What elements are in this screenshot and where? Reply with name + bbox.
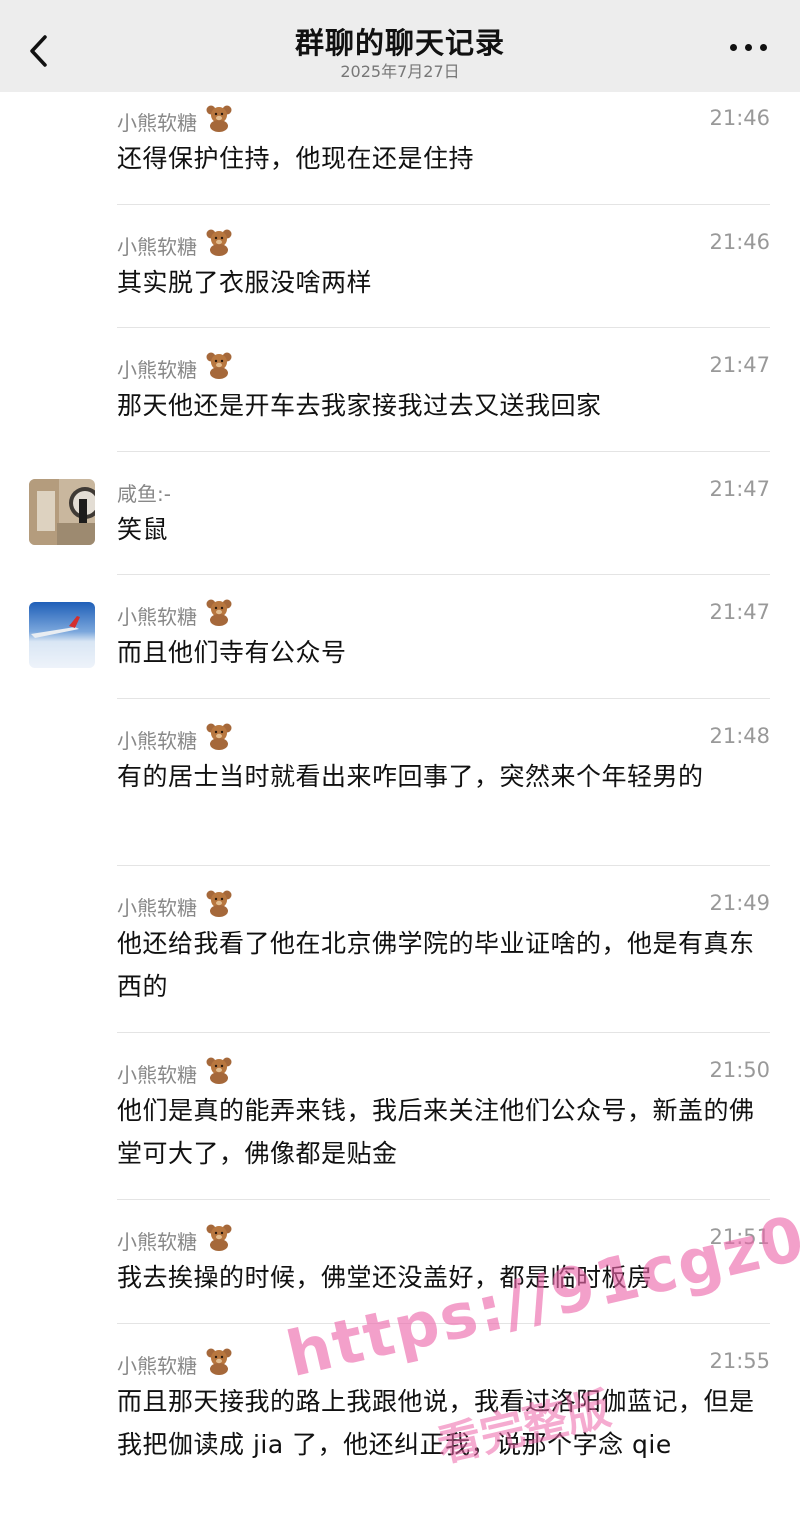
teddy-bear-icon: [206, 723, 232, 750]
sender-name: 小熊软糖: [117, 1230, 197, 1254]
sender-name: 小熊软糖: [117, 1354, 197, 1378]
teddy-bear-icon: [206, 352, 232, 379]
divider: [117, 451, 770, 452]
divider: [117, 1199, 770, 1200]
sender-name: 咸鱼:-: [117, 482, 171, 506]
sender-name: 小熊软糖: [117, 358, 197, 382]
message-time: 21:51: [709, 1225, 770, 1249]
divider: [117, 204, 770, 205]
message-text: 那天他还是开车去我家接我过去又送我回家: [117, 391, 602, 420]
sender-name: 小熊软糖: [117, 605, 197, 629]
message-time: 21:47: [709, 477, 770, 501]
message-time: 21:46: [709, 106, 770, 130]
message-time: 21:50: [709, 1058, 770, 1082]
more-dots-icon[interactable]: [730, 44, 770, 56]
teddy-bear-icon: [206, 229, 232, 256]
sender-name: 小熊软糖: [117, 235, 197, 259]
teddy-bear-icon: [206, 105, 232, 132]
divider: [117, 698, 770, 699]
message-text: 而且他们寺有公众号: [117, 638, 347, 667]
chat-date: 2025年7月27日: [340, 62, 460, 81]
divider: [117, 574, 770, 575]
message-time: 21:49: [709, 891, 770, 915]
teddy-bear-icon: [206, 1348, 232, 1375]
teddy-bear-icon: [206, 599, 232, 626]
sender-name: 小熊软糖: [117, 729, 197, 753]
sender-name: 小熊软糖: [117, 111, 197, 135]
teddy-bear-icon: [206, 890, 232, 917]
message-text: 他还给我看了他在北京佛学院的毕业证啥的，他是有真东西的: [117, 929, 755, 1001]
message-text: 笑鼠: [117, 515, 169, 544]
divider: [117, 865, 770, 866]
message-text: 其实脱了衣服没啥两样: [117, 268, 373, 297]
nav-header: 群聊的聊天记录 2025年7月27日: [0, 0, 800, 92]
divider: [117, 1323, 770, 1324]
message-time: 21:55: [709, 1349, 770, 1373]
message-time: 21:47: [709, 600, 770, 624]
page-title: 群聊的聊天记录: [294, 26, 505, 60]
sender-name: 小熊软糖: [117, 1063, 197, 1087]
message-text: 有的居士当时就看出来咋回事了，突然来个年轻男的: [117, 762, 704, 791]
message-text: 我去挨操的时候，佛堂还没盖好，都是临时板房: [117, 1263, 653, 1292]
divider: [117, 1032, 770, 1033]
sender-name: 小熊软糖: [117, 896, 197, 920]
message-time: 21:46: [709, 230, 770, 254]
teddy-bear-icon: [206, 1224, 232, 1251]
teddy-bear-icon: [206, 1057, 232, 1084]
divider: [117, 327, 770, 328]
message-time: 21:47: [709, 353, 770, 377]
message-time: 21:48: [709, 724, 770, 748]
avatar[interactable]: [29, 479, 95, 545]
avatar[interactable]: [29, 602, 95, 668]
message-text: 他们是真的能弄来钱，我后来关注他们公众号，新盖的佛堂可大了，佛像都是贴金: [117, 1096, 755, 1168]
message-text: 还得保护住持，他现在还是住持: [117, 144, 475, 173]
message-text: 而且那天接我的路上我跟他说，我看过洛阳伽蓝记，但是我把伽读成 jia 了，他还纠…: [117, 1387, 755, 1459]
